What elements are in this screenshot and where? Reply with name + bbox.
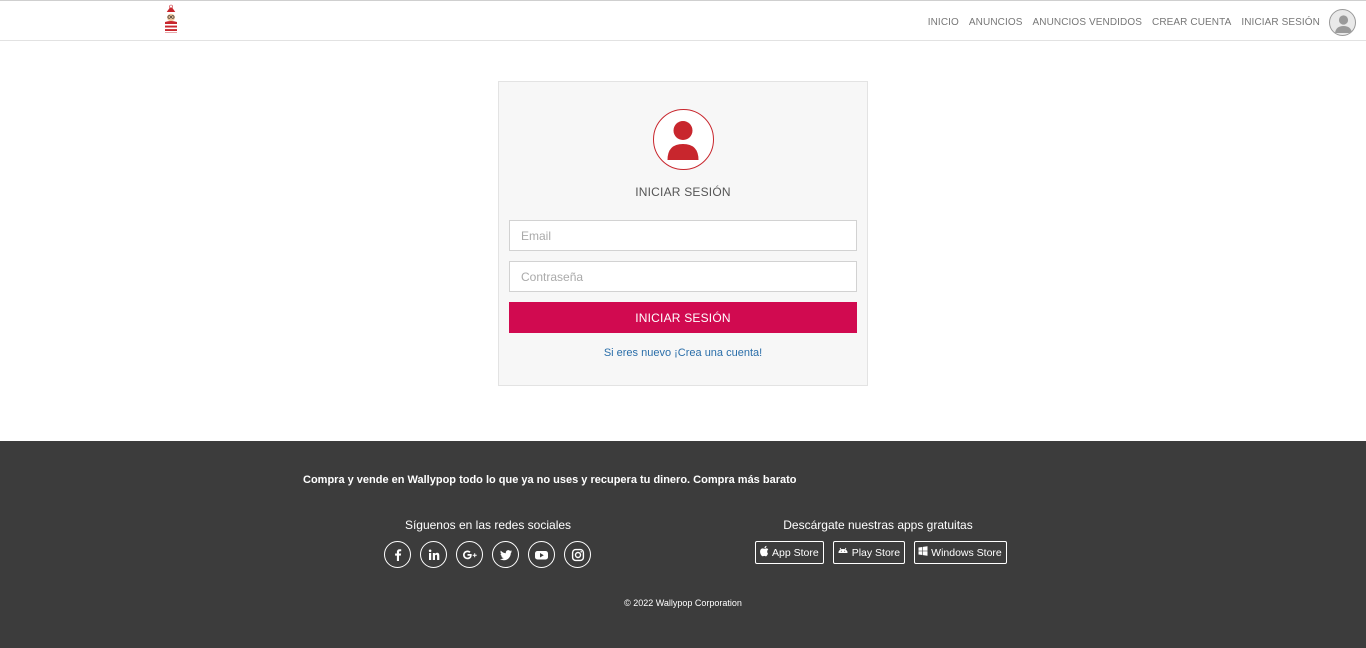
footer: Compra y vende en Wallypop todo lo que y…	[0, 441, 1366, 648]
windows-store-label: Windows Store	[931, 546, 1002, 559]
top-navbar: INICIO ANUNCIOS ANUNCIOS VENDIDOS CREAR …	[0, 0, 1366, 41]
windows-icon	[918, 546, 931, 559]
social-links	[384, 541, 600, 568]
nav-link-inicio[interactable]: INICIO	[928, 17, 959, 28]
android-icon	[837, 546, 852, 560]
facebook-icon[interactable]	[384, 541, 411, 568]
footer-tagline: Compra y vende en Wallypop todo lo que y…	[303, 474, 797, 486]
app-store-links: App Store Play Store Windows Store	[755, 541, 1016, 564]
nav-link-crear-cuenta[interactable]: CREAR CUENTA	[1152, 17, 1231, 28]
instagram-icon[interactable]	[564, 541, 591, 568]
user-icon	[653, 109, 714, 170]
user-avatar-icon[interactable]	[1329, 8, 1356, 36]
nav-link-iniciar-sesion[interactable]: INICIAR SESIÓN	[1241, 17, 1320, 28]
wallypop-logo[interactable]	[160, 4, 182, 34]
play-store-button[interactable]: Play Store	[832, 541, 906, 564]
apple-icon	[759, 545, 772, 560]
create-account-link[interactable]: Si eres nuevo ¡Crea una cuenta!	[499, 347, 867, 359]
email-field[interactable]	[509, 220, 857, 251]
copyright-text: © 2022 Wallypop Corporation	[624, 598, 742, 608]
windows-store-button[interactable]: Windows Store	[914, 541, 1007, 564]
login-submit-button[interactable]: INICIAR SESIÓN	[509, 302, 857, 333]
nav-link-anuncios-vendidos[interactable]: ANUNCIOS VENDIDOS	[1033, 17, 1143, 28]
app-store-label: App Store	[772, 546, 819, 559]
nav-link-anuncios[interactable]: ANUNCIOS	[969, 17, 1023, 28]
play-store-label: Play Store	[851, 546, 901, 559]
login-title: INICIAR SESIÓN	[635, 185, 731, 199]
password-field[interactable]	[509, 261, 857, 292]
login-card: INICIAR SESIÓN INICIAR SESIÓN Si eres nu…	[498, 81, 868, 386]
twitter-icon[interactable]	[492, 541, 519, 568]
youtube-icon[interactable]	[528, 541, 555, 568]
social-title: Síguenos en las redes sociales	[404, 518, 572, 532]
google-plus-icon[interactable]	[456, 541, 483, 568]
linkedin-icon[interactable]	[420, 541, 447, 568]
main-nav: INICIO ANUNCIOS ANUNCIOS VENDIDOS CREAR …	[918, 8, 1356, 36]
apps-title: Descárgate nuestras apps gratuitas	[783, 518, 973, 532]
app-store-button[interactable]: App Store	[755, 541, 824, 564]
